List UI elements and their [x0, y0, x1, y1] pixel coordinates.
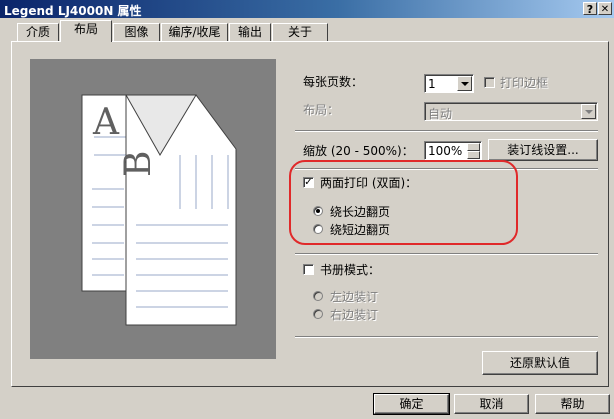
scale-value: 100% — [428, 144, 463, 158]
tab-image[interactable]: 图像 — [113, 23, 160, 41]
ok-button[interactable]: 确定 — [374, 394, 449, 414]
left-binding-radio[interactable] — [313, 291, 323, 301]
scale-label: 缩放 (20 - 500%)： — [303, 144, 414, 158]
tab-label: 关于 — [287, 25, 312, 39]
restore-defaults-button[interactable]: 还原默认值 — [482, 351, 598, 375]
chevron-down-icon[interactable] — [581, 104, 596, 119]
window-title: Legend LJ4000N 属性 — [4, 4, 142, 18]
separator — [295, 253, 598, 255]
scale-spinbox[interactable]: 100% — [424, 141, 482, 160]
layout-preview: A B — [30, 59, 276, 359]
title-bar[interactable]: Legend LJ4000N 属性 ? ✕ — [0, 0, 614, 18]
booklet-label: 书册模式： — [320, 263, 381, 277]
pages-per-sheet-value: 1 — [428, 77, 436, 91]
layout-dropdown[interactable]: 自动 — [424, 102, 598, 121]
tab-label: 编序/收尾 — [168, 25, 221, 39]
print-borders-label: 打印边框 — [500, 76, 549, 90]
left-binding-label: 左边装订 — [330, 290, 379, 304]
tab-finishing[interactable]: 编序/收尾 — [161, 23, 228, 41]
spin-up-icon[interactable] — [467, 143, 480, 151]
separator — [295, 336, 598, 338]
layout-label: 布局： — [303, 103, 340, 117]
right-binding-radio[interactable] — [313, 309, 323, 319]
cancel-button[interactable]: 取消 — [454, 394, 529, 414]
spin-down-icon[interactable] — [467, 151, 480, 159]
tab-label: 介质 — [25, 25, 50, 39]
help-title-button[interactable]: ? — [583, 2, 597, 16]
preview-letter-a: A — [92, 102, 120, 143]
booklet-checkbox[interactable] — [303, 264, 314, 275]
tab-layout[interactable]: 布局 — [60, 20, 112, 42]
tab-output[interactable]: 输出 — [229, 23, 271, 41]
separator — [295, 130, 598, 132]
pages-per-sheet-dropdown[interactable]: 1 — [424, 74, 474, 93]
right-binding-label: 右边装订 — [330, 308, 379, 322]
tab-about[interactable]: 关于 — [272, 23, 328, 41]
print-borders-checkbox[interactable] — [484, 77, 495, 88]
tab-label: 图像 — [124, 25, 149, 39]
binding-settings-button[interactable]: 装订线设置... — [488, 139, 598, 161]
tab-media[interactable]: 介质 — [17, 23, 59, 41]
tab-label: 输出 — [237, 25, 262, 39]
help-button[interactable]: 帮助 — [535, 394, 610, 414]
chevron-down-icon[interactable] — [457, 76, 472, 91]
pages-per-sheet-label: 每张页数： — [303, 75, 364, 89]
close-icon[interactable]: ✕ — [598, 2, 612, 15]
tab-label: 布局 — [73, 22, 98, 36]
layout-value: 自动 — [428, 107, 453, 121]
preview-letter-b: B — [118, 151, 159, 177]
duplex-highlight — [289, 160, 518, 245]
duplex-preview-illustration: A B — [81, 94, 237, 326]
